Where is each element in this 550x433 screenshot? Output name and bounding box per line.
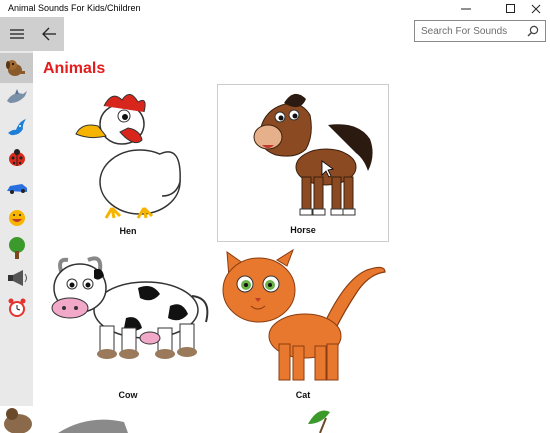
close-icon: [531, 4, 540, 13]
sidebar-item-car[interactable]: [0, 173, 33, 203]
sidebar-item-ladybug[interactable]: [0, 143, 33, 173]
sparrow-image-partial: [4, 408, 32, 433]
sidebar-item-emoji[interactable]: [0, 203, 33, 233]
hamburger-icon: [9, 29, 24, 39]
animal-image-partial: [58, 419, 128, 433]
app-title: Animal Sounds For Kids/Children: [8, 3, 141, 13]
page-title: Animals: [43, 60, 106, 77]
dolphin-icon: [6, 89, 27, 103]
search-box[interactable]: [414, 20, 546, 42]
sidebar-item-dog[interactable]: [0, 53, 33, 83]
back-button[interactable]: [33, 17, 64, 51]
menu-button[interactable]: [0, 17, 33, 51]
plant-image-partial: [308, 410, 330, 433]
cow-image: [51, 256, 209, 359]
tile-cow[interactable]: Cow: [42, 248, 214, 406]
emoji-face-icon: [8, 210, 25, 226]
close-button[interactable]: [521, 0, 550, 17]
tree-icon: [8, 237, 25, 259]
tile-cat[interactable]: Cat: [217, 248, 389, 406]
car-icon: [6, 184, 27, 194]
hen-image: [75, 94, 181, 219]
sidebar-item-bird[interactable]: [0, 113, 33, 143]
sidebar-item-dolphin[interactable]: [0, 83, 33, 113]
back-arrow-icon: [41, 27, 56, 41]
horse-image: [253, 93, 373, 216]
minimize-icon: [461, 8, 471, 9]
tile-hen[interactable]: Hen: [42, 84, 214, 242]
category-sidebar: [0, 51, 33, 406]
tile-label-cat: Cat: [295, 390, 311, 400]
tile-horse[interactable]: Horse: [217, 84, 389, 242]
dog-icon: [5, 60, 25, 76]
minimize-button[interactable]: [449, 0, 483, 17]
ladybug-icon: [8, 149, 25, 166]
sidebar-item-horn[interactable]: [0, 263, 33, 293]
tile-label-horse: Horse: [290, 225, 316, 235]
bird-icon: [7, 119, 26, 136]
sidebar-item-alarm-clock[interactable]: [0, 293, 33, 323]
tile-label-cow: Cow: [118, 390, 138, 400]
sidebar-item-tree[interactable]: [0, 233, 33, 263]
tile-label-hen: Hen: [119, 226, 137, 236]
search-icon[interactable]: [527, 25, 539, 37]
alarm-clock-icon: [8, 298, 25, 317]
cat-image: [222, 248, 386, 381]
maximize-icon: [506, 3, 515, 13]
search-input[interactable]: [421, 23, 521, 39]
horn-icon: [7, 270, 27, 286]
